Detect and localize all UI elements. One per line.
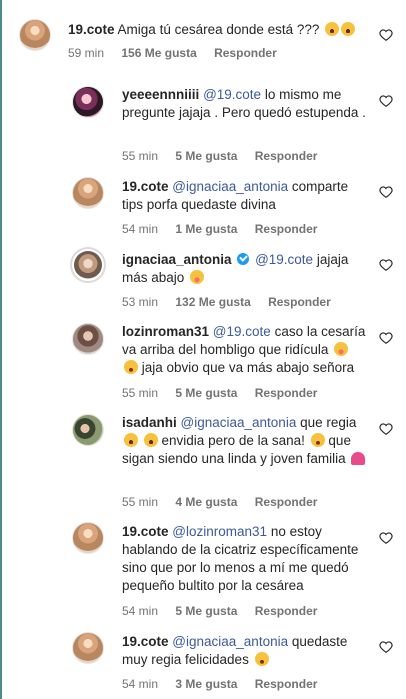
reply-button[interactable]: Responder bbox=[255, 222, 318, 236]
comment-meta: 55 min 4 Me gusta Responder bbox=[122, 495, 331, 509]
verified-badge-icon bbox=[237, 253, 250, 265]
likes-count[interactable]: 5 Me gusta bbox=[175, 149, 237, 163]
heart-eyes-emoji-icon bbox=[124, 360, 138, 374]
heart-outline-icon[interactable] bbox=[379, 258, 393, 272]
comment-body: 19.cote @ignaciaa_antonia quedaste muy r… bbox=[122, 633, 367, 669]
avatar[interactable] bbox=[72, 323, 104, 355]
reply-button[interactable]: Responder bbox=[255, 386, 318, 400]
reply-button[interactable]: Responder bbox=[255, 495, 318, 509]
likes-count[interactable]: 1 Me gusta bbox=[175, 222, 237, 236]
comment-meta: 59 min 156 Me gusta Responder bbox=[68, 46, 291, 60]
comment-body: 19.cote @ignaciaa_antonia comparte tips … bbox=[122, 178, 367, 214]
comment-body: isadanhi @ignaciaa_antonia que regia env… bbox=[122, 414, 367, 468]
scream-emoji-icon bbox=[124, 433, 138, 447]
comment-time: 55 min bbox=[122, 495, 159, 509]
scream-emoji-icon bbox=[325, 22, 340, 36]
likes-count[interactable]: 5 Me gusta bbox=[175, 386, 237, 400]
avatar[interactable] bbox=[72, 632, 104, 664]
comment-username[interactable]: yeeeennniiii bbox=[122, 87, 199, 102]
comment-body: lozinroman31 @19.cote caso la cesaría va… bbox=[122, 323, 367, 377]
pink-heart-emoji-icon bbox=[351, 452, 366, 465]
heart-eyes-emoji-icon bbox=[310, 433, 325, 447]
heart-outline-icon[interactable] bbox=[379, 94, 393, 108]
comment-text: Amiga tú cesárea donde está ??? bbox=[117, 22, 320, 37]
comment-body: 19.cote Amiga tú cesárea donde está ??? bbox=[68, 21, 368, 39]
comment-text: jaja obvio que va más abajo señora bbox=[141, 360, 355, 375]
comment-meta: 54 min 3 Me gusta Responder bbox=[122, 677, 331, 691]
comment-time: 54 min bbox=[122, 677, 159, 691]
comment-username[interactable]: isadanhi bbox=[122, 415, 177, 430]
comment-username[interactable]: 19.cote bbox=[122, 634, 169, 649]
mention-link[interactable]: @ignaciaa_antonia bbox=[172, 179, 288, 194]
comment-username[interactable]: ignaciaa_antonia bbox=[122, 252, 232, 267]
comment-meta: 54 min 5 Me gusta Responder bbox=[122, 604, 331, 618]
laughing-emoji-icon bbox=[190, 270, 205, 284]
comment-time: 54 min bbox=[122, 222, 159, 236]
comment-time: 55 min bbox=[122, 149, 159, 163]
reply-button[interactable]: Responder bbox=[255, 677, 318, 691]
comment-meta: 53 min 132 Me gusta Responder bbox=[122, 295, 345, 309]
heart-eyes-emoji-icon bbox=[254, 652, 269, 666]
mention-link[interactable]: @lozinroman31 bbox=[172, 524, 267, 539]
comment-text: envidia pero de la sana! bbox=[161, 433, 305, 448]
laughing-emoji-icon bbox=[334, 342, 349, 356]
heart-outline-icon[interactable] bbox=[379, 185, 393, 199]
avatar[interactable] bbox=[72, 522, 104, 554]
comment-time: 55 min bbox=[122, 386, 159, 400]
scream-emoji-icon bbox=[143, 433, 158, 447]
likes-count[interactable]: 132 Me gusta bbox=[175, 295, 250, 309]
avatar[interactable] bbox=[19, 19, 51, 51]
heart-outline-icon[interactable] bbox=[379, 422, 393, 436]
mention-link[interactable]: @19.cote bbox=[255, 252, 313, 267]
left-border bbox=[0, 0, 2, 699]
reply-button[interactable]: Responder bbox=[255, 149, 318, 163]
reply-button[interactable]: Responder bbox=[268, 295, 331, 309]
scream-emoji-icon bbox=[341, 22, 356, 36]
comment-meta: 55 min 5 Me gusta Responder bbox=[122, 149, 331, 163]
reply-button[interactable]: Responder bbox=[255, 604, 318, 618]
avatar[interactable] bbox=[72, 414, 104, 446]
comment-username[interactable]: 19.cote bbox=[122, 179, 169, 194]
comment-body: ignaciaa_antonia @19.cote jajaja más aba… bbox=[122, 251, 367, 287]
avatar[interactable] bbox=[72, 177, 104, 209]
comment-username[interactable]: 19.cote bbox=[122, 524, 169, 539]
heart-outline-icon[interactable] bbox=[379, 531, 393, 545]
comment-time: 59 min bbox=[68, 46, 105, 60]
mention-link[interactable]: @19.cote bbox=[213, 324, 271, 339]
mention-link[interactable]: @19.cote bbox=[203, 87, 261, 102]
likes-count[interactable]: 156 Me gusta bbox=[121, 46, 196, 60]
comment-meta: 54 min 1 Me gusta Responder bbox=[122, 222, 331, 236]
comment-username[interactable]: 19.cote bbox=[68, 22, 115, 37]
comment-username[interactable]: lozinroman31 bbox=[122, 324, 209, 339]
heart-outline-icon[interactable] bbox=[379, 331, 393, 345]
heart-outline-icon[interactable] bbox=[379, 28, 393, 42]
mention-link[interactable]: @ignaciaa_antonia bbox=[172, 634, 288, 649]
likes-count[interactable]: 5 Me gusta bbox=[175, 604, 237, 618]
comment-text: que regia bbox=[300, 415, 357, 430]
heart-outline-icon[interactable] bbox=[379, 640, 393, 654]
avatar[interactable] bbox=[72, 86, 104, 118]
comment-time: 53 min bbox=[122, 295, 159, 309]
likes-count[interactable]: 3 Me gusta bbox=[175, 677, 237, 691]
comment-body: 19.cote @lozinroman31 no estoy hablando … bbox=[122, 523, 367, 595]
comment-time: 54 min bbox=[122, 604, 159, 618]
comment-body: yeeeennniiii @19.cote lo mismo me pregun… bbox=[122, 86, 367, 122]
reply-button[interactable]: Responder bbox=[214, 46, 277, 60]
mention-link[interactable]: @ignaciaa_antonia bbox=[181, 415, 297, 430]
likes-count[interactable]: 4 Me gusta bbox=[175, 495, 237, 509]
avatar-story-ring[interactable] bbox=[70, 247, 106, 283]
comment-meta: 55 min 5 Me gusta Responder bbox=[122, 386, 331, 400]
